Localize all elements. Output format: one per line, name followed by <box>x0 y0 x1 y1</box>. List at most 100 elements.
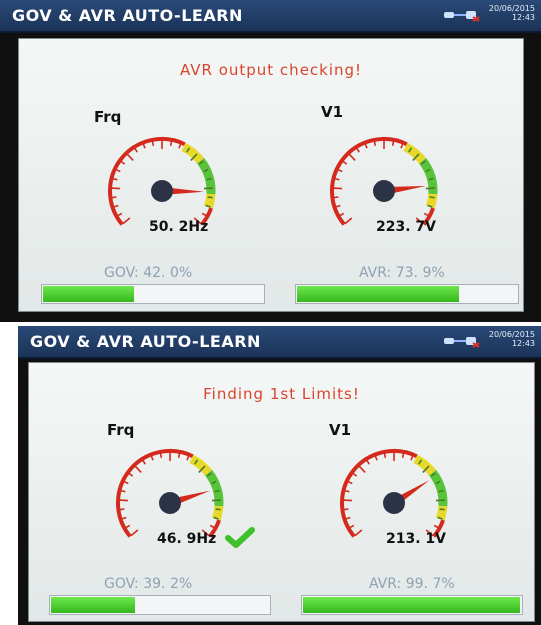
status-panel: Finding 1st Limits! Frq 46. 9Hz V1 213. … <box>28 362 535 622</box>
gauge-hub <box>373 180 395 202</box>
gauge-tick <box>130 529 139 537</box>
date-text: 20/06/2015 <box>488 330 535 339</box>
gauge-tick <box>119 499 129 502</box>
gauge-tick <box>201 212 207 217</box>
voltage-gauge <box>330 137 438 226</box>
gauge-arc-yellow-end <box>211 505 224 521</box>
gov-progress-label: GOV: 39. 2% <box>104 576 193 592</box>
avr-progress-label: AVR: 99. 7% <box>369 576 455 592</box>
gauge-tick <box>120 160 126 165</box>
gauge-tick <box>391 140 395 146</box>
gov-progress-fill <box>43 286 135 302</box>
gauge-hub <box>151 180 173 202</box>
gauge-tick <box>352 472 358 477</box>
gauge-tick <box>354 529 363 537</box>
gauge-tick <box>333 196 339 199</box>
controller-screen-1: GOV & AVR AUTO-LEARN 20/06/2015 12:43 AV… <box>0 0 541 322</box>
time-text: 12:43 <box>511 13 535 22</box>
gauge-tick <box>169 140 173 146</box>
gauge-tick <box>348 153 356 161</box>
gauge-tick <box>128 472 134 477</box>
gauge-tick <box>400 143 404 149</box>
gauge-tick <box>142 143 146 149</box>
status-area: 20/06/2015 12:43 <box>443 328 535 356</box>
status-panel: AVR output checking! Frq 50. 2Hz V1 223.… <box>18 38 524 312</box>
gov-progress-bar <box>49 595 271 615</box>
gauge-tick <box>439 508 445 511</box>
gauge-tick <box>347 480 353 485</box>
status-message: AVR output checking! <box>179 61 363 79</box>
gauge-tick <box>337 168 343 173</box>
gauge-tick <box>215 508 221 511</box>
gauge-hub <box>159 492 181 514</box>
gauge-tick <box>126 153 134 161</box>
gauge-tick <box>335 204 341 208</box>
gauge-tick <box>211 499 221 502</box>
avr-progress-bar <box>295 284 519 304</box>
gauge-tick <box>209 524 215 529</box>
frequency-gauge <box>108 137 216 226</box>
avr-progress-fill <box>297 286 460 302</box>
title-bar: GOV & AVR AUTO-LEARN 20/06/2015 12:43 <box>18 326 541 359</box>
gauge-tick <box>203 187 213 190</box>
gauge-tick <box>333 187 343 190</box>
gauge-arc-red <box>116 449 194 538</box>
avr-progress-bar <box>301 595 523 615</box>
screen-title: GOV & AVR AUTO-LEARN <box>30 332 261 351</box>
gauge-tick <box>343 508 349 511</box>
gauge-tick <box>121 516 127 520</box>
gauge-tick <box>111 187 121 190</box>
gauge-tick <box>113 204 119 208</box>
gauge-tick <box>429 196 435 199</box>
check-icon <box>225 527 255 548</box>
gauge-tick <box>423 212 429 217</box>
gauge-tick <box>177 452 181 458</box>
gauge-tick <box>410 455 414 461</box>
gauge-tick <box>345 516 351 520</box>
gauge-tick <box>344 489 350 493</box>
gauge-tick <box>433 524 439 529</box>
gauge-tick <box>111 196 117 199</box>
gauge-tick <box>120 489 126 493</box>
gauge-arc-yellow-end <box>435 505 448 521</box>
frequency-gauge <box>116 449 224 538</box>
avr-progress-fill <box>303 597 521 613</box>
gauge-tick <box>358 465 366 473</box>
gauge-tick <box>141 459 146 465</box>
date-text: 20/06/2015 <box>488 4 535 13</box>
gauge-tick <box>123 480 129 485</box>
title-bar: GOV & AVR AUTO-LEARN 20/06/2015 12:43 <box>0 0 541 33</box>
gauge-tick <box>133 147 138 153</box>
gauge-tick <box>349 524 355 529</box>
gauge-tick <box>344 217 353 225</box>
gov-progress-bar <box>41 284 265 304</box>
gauge-tick <box>134 465 142 473</box>
gauge-tick <box>122 217 131 225</box>
gov-progress-fill <box>51 597 136 613</box>
frequency-readout: 50. 2Hz <box>149 219 209 235</box>
gauge-tick <box>373 140 377 146</box>
voltage-readout: 223. 7V <box>376 219 436 235</box>
voltage-readout: 213. 1V <box>386 531 446 547</box>
connection-icon <box>444 11 480 22</box>
gauge-tick <box>343 499 353 502</box>
status-message: Finding 1st Limits! <box>203 385 360 403</box>
avr-progress-label: AVR: 73. 9% <box>359 265 445 281</box>
gauge-tick <box>339 212 345 217</box>
controller-screen-2: GOV & AVR AUTO-LEARN 20/06/2015 12:43 Fi… <box>18 326 541 625</box>
gauge-tick <box>159 452 163 458</box>
gauge-tick <box>374 455 378 461</box>
gauge-arc-red <box>108 137 186 226</box>
gauge-tick <box>112 177 118 181</box>
voltage-gauge <box>340 449 448 538</box>
gauge-tick <box>383 452 387 458</box>
gauge-tick <box>355 147 360 153</box>
gauge-tick <box>334 177 340 181</box>
gauge-arc-yellow-end <box>425 193 438 209</box>
gauge-hub <box>383 492 405 514</box>
status-area: 20/06/2015 12:43 <box>443 2 535 30</box>
gauge-arc-yellow-end <box>203 193 216 209</box>
gauge-tick <box>207 196 213 199</box>
gauge-tick <box>150 455 154 461</box>
frequency-readout: 46. 9Hz <box>157 531 217 547</box>
